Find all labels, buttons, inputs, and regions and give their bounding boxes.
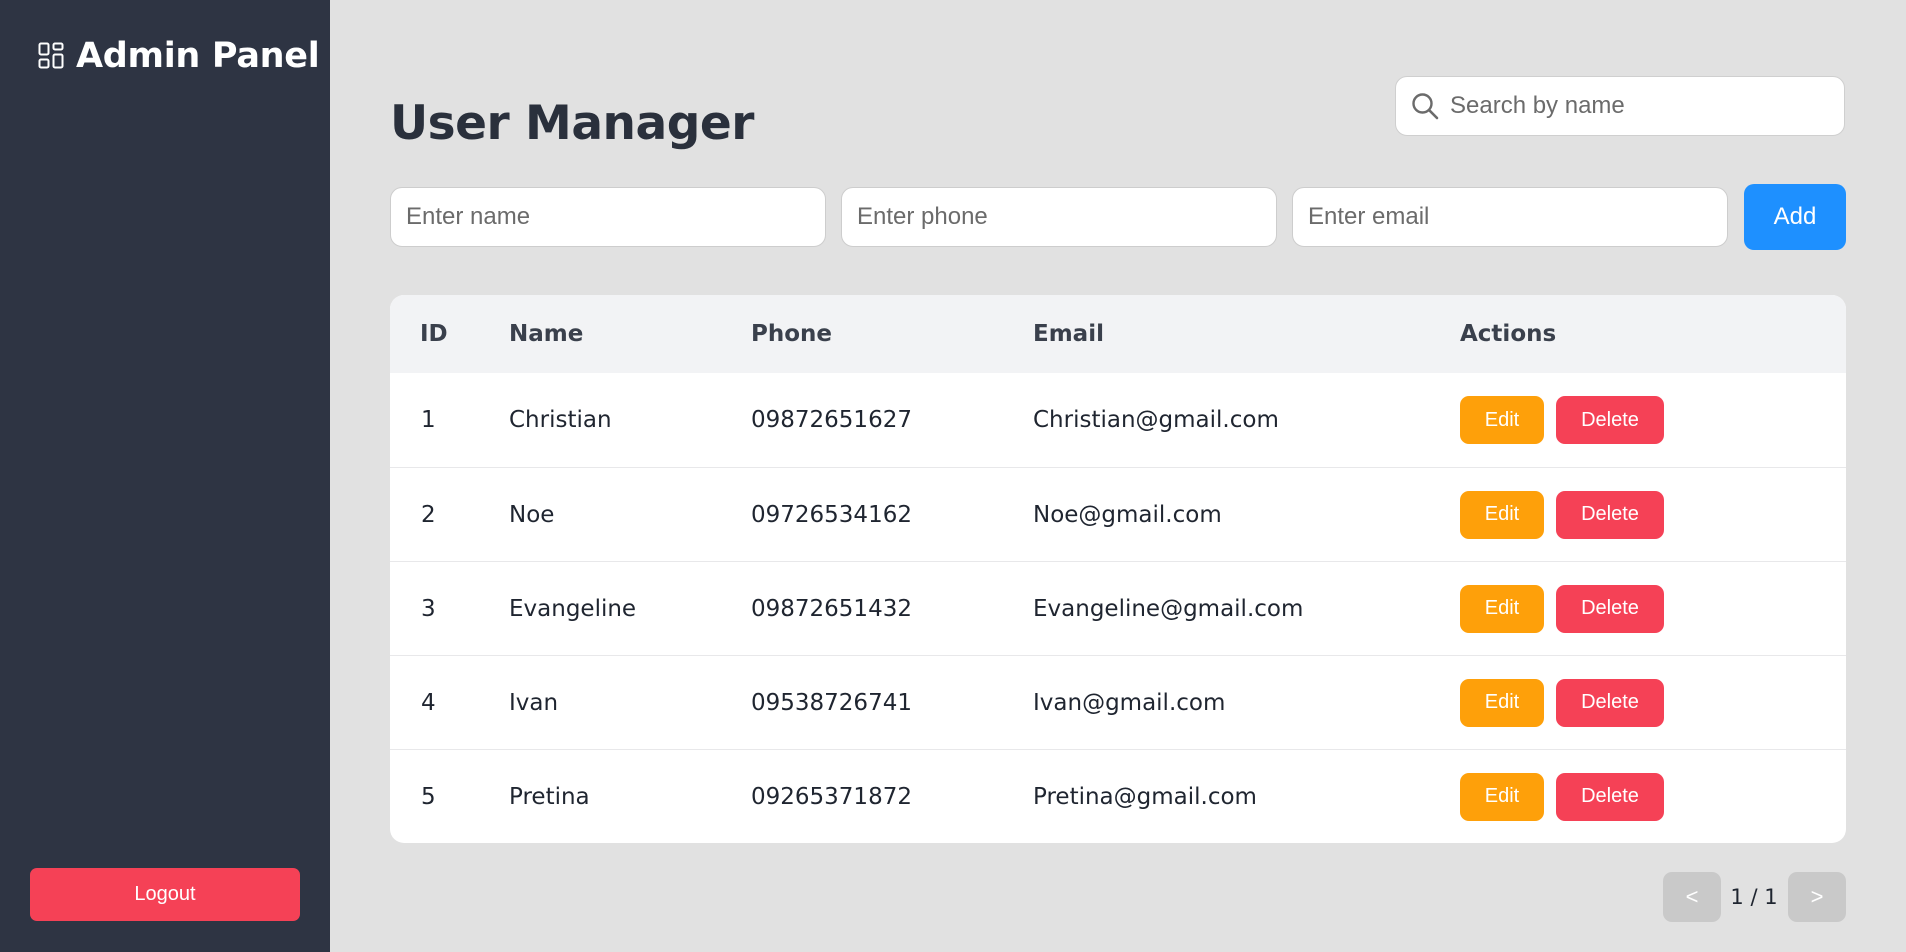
cell-phone: 09872651432 [751, 595, 912, 622]
header-id: ID [420, 321, 448, 347]
delete-button[interactable]: Delete [1556, 396, 1664, 444]
table-body: 1 Christian 09872651627 Christian@gmail.… [390, 373, 1846, 843]
search-box[interactable] [1395, 76, 1845, 136]
cell-name: Christian [509, 407, 612, 433]
edit-button[interactable]: Edit [1460, 772, 1544, 821]
header-phone: Phone [751, 321, 833, 347]
next-page-button[interactable]: > [1788, 872, 1846, 922]
sidebar: Admin Panel Logout [0, 0, 330, 952]
row-actions: Edit Delete [1460, 396, 1664, 444]
logout-button[interactable]: Logout [30, 868, 300, 921]
page-title: User Manager [390, 96, 754, 151]
phone-input[interactable] [841, 187, 1277, 247]
email-input[interactable] [1292, 187, 1728, 247]
table-row: 1 Christian 09872651627 Christian@gmail.… [390, 373, 1846, 467]
delete-button[interactable]: Delete [1556, 678, 1664, 727]
cell-name: Pretina [509, 783, 590, 810]
prev-page-button[interactable]: < [1663, 872, 1721, 922]
edit-button[interactable]: Edit [1460, 584, 1544, 633]
add-button[interactable]: Add [1744, 184, 1846, 250]
table-row: 5 Pretina 09265371872 Pretina@gmail.com … [390, 749, 1846, 843]
header-actions: Actions [1460, 321, 1557, 347]
row-actions: Edit Delete [1460, 678, 1664, 727]
row-actions: Edit Delete [1460, 772, 1664, 821]
brand-title: Admin Panel [76, 36, 320, 76]
header-email: Email [1033, 321, 1104, 347]
delete-button[interactable]: Delete [1556, 584, 1664, 633]
row-actions: Edit Delete [1460, 490, 1664, 539]
edit-button[interactable]: Edit [1460, 396, 1544, 444]
brand: Admin Panel [38, 36, 320, 76]
edit-button[interactable]: Edit [1460, 490, 1544, 539]
name-input[interactable] [390, 187, 826, 247]
table-header: ID Name Phone Email Actions [390, 295, 1846, 373]
cell-email: Christian@gmail.com [1033, 407, 1279, 433]
cell-id: 4 [421, 689, 436, 716]
delete-button[interactable]: Delete [1556, 772, 1664, 821]
page-indicator: 1 / 1 [1730, 885, 1778, 909]
cell-phone: 09538726741 [751, 689, 912, 716]
cell-id: 1 [421, 407, 436, 433]
cell-id: 3 [421, 595, 436, 622]
cell-email: Noe@gmail.com [1033, 501, 1222, 528]
dashboard-grid-icon [38, 42, 64, 69]
row-actions: Edit Delete [1460, 584, 1664, 633]
cell-email: Evangeline@gmail.com [1033, 595, 1304, 622]
header-name: Name [509, 321, 584, 347]
table-row: 4 Ivan 09538726741 Ivan@gmail.com Edit D… [390, 655, 1846, 749]
search-input[interactable] [1450, 92, 1830, 120]
table-row: 2 Noe 09726534162 Noe@gmail.com Edit Del… [390, 467, 1846, 561]
cell-id: 5 [421, 783, 436, 810]
search-icon [1412, 93, 1439, 120]
cell-phone: 09265371872 [751, 783, 912, 810]
table-row: 3 Evangeline 09872651432 Evangeline@gmai… [390, 561, 1846, 655]
edit-button[interactable]: Edit [1460, 678, 1544, 727]
cell-email: Pretina@gmail.com [1033, 783, 1257, 810]
delete-button[interactable]: Delete [1556, 490, 1664, 539]
cell-phone: 09872651627 [751, 407, 912, 433]
users-table: ID Name Phone Email Actions 1 Christian … [390, 295, 1846, 843]
cell-name: Noe [509, 501, 555, 528]
cell-email: Ivan@gmail.com [1033, 689, 1226, 716]
cell-phone: 09726534162 [751, 501, 912, 528]
cell-name: Evangeline [509, 595, 637, 622]
cell-id: 2 [421, 501, 436, 528]
cell-name: Ivan [509, 689, 559, 716]
